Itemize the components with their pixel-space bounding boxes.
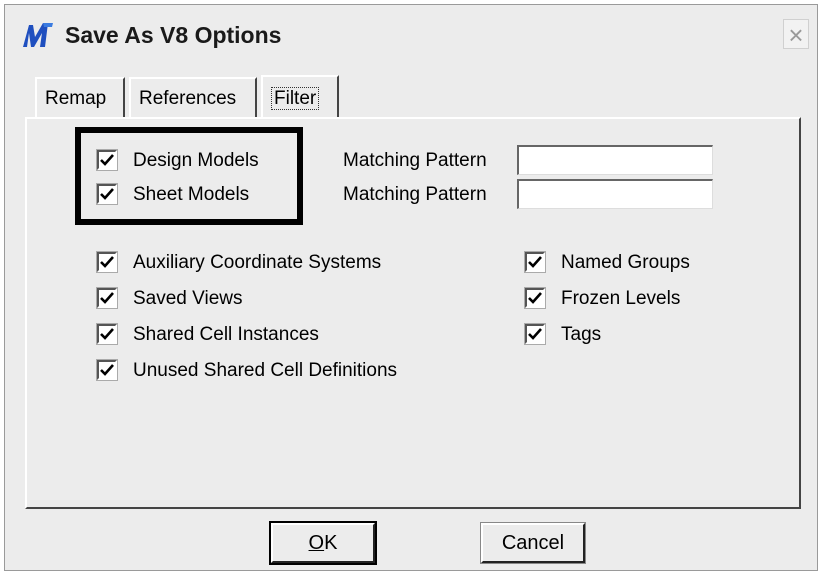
ok-button[interactable]: OK <box>269 521 377 565</box>
title-bar[interactable]: Save As V8 Options × <box>5 5 817 61</box>
saved-views-checkbox[interactable] <box>96 287 118 309</box>
close-icon[interactable]: × <box>783 19 809 50</box>
named-groups-checkbox[interactable] <box>524 251 546 273</box>
sheet-models-pattern-input[interactable] <box>517 179 713 209</box>
frozen-levels-checkbox[interactable] <box>524 287 546 309</box>
design-models-checkbox[interactable] <box>96 149 118 171</box>
microstation-m-icon <box>23 23 53 47</box>
saved-views-label: Saved Views <box>133 288 243 309</box>
sheet-models-checkbox[interactable] <box>96 183 118 205</box>
frozen-levels-label: Frozen Levels <box>561 288 681 309</box>
sheet-models-label: Sheet Models <box>133 184 250 205</box>
tab-references[interactable]: References <box>129 77 257 117</box>
unused-shared-cell-definitions-checkbox[interactable] <box>96 359 118 381</box>
cancel-button[interactable]: Cancel <box>480 522 586 564</box>
shared-cell-instances-label: Shared Cell Instances <box>133 324 319 345</box>
shared-cell-instances-checkbox[interactable] <box>96 323 118 345</box>
design-models-label: Design Models <box>133 150 259 171</box>
filter-panel: Design Models Sheet Models Matching Patt… <box>25 117 801 509</box>
models-highlight-box <box>75 127 303 225</box>
tags-checkbox[interactable] <box>524 323 546 345</box>
auxiliary-coordinate-systems-checkbox[interactable] <box>96 251 118 273</box>
tab-filter-label: Filter <box>271 87 320 110</box>
tab-filter[interactable]: Filter <box>261 75 339 119</box>
design-models-pattern-input[interactable] <box>517 145 713 175</box>
named-groups-label: Named Groups <box>561 252 690 273</box>
sheet-models-pattern-label: Matching Pattern <box>343 184 487 205</box>
window-title: Save As V8 Options <box>65 22 282 48</box>
tags-label: Tags <box>561 324 602 345</box>
design-models-pattern-label: Matching Pattern <box>343 150 487 171</box>
tab-remap[interactable]: Remap <box>35 77 125 117</box>
ok-label-rest: K <box>324 532 338 554</box>
save-as-v8-options-dialog: Save As V8 Options × Remap References Fi… <box>4 4 818 571</box>
unused-shared-cell-definitions-label: Unused Shared Cell Definitions <box>133 360 398 381</box>
ok-mnemonic: O <box>308 532 325 554</box>
auxiliary-coordinate-systems-label: Auxiliary Coordinate Systems <box>133 252 382 273</box>
